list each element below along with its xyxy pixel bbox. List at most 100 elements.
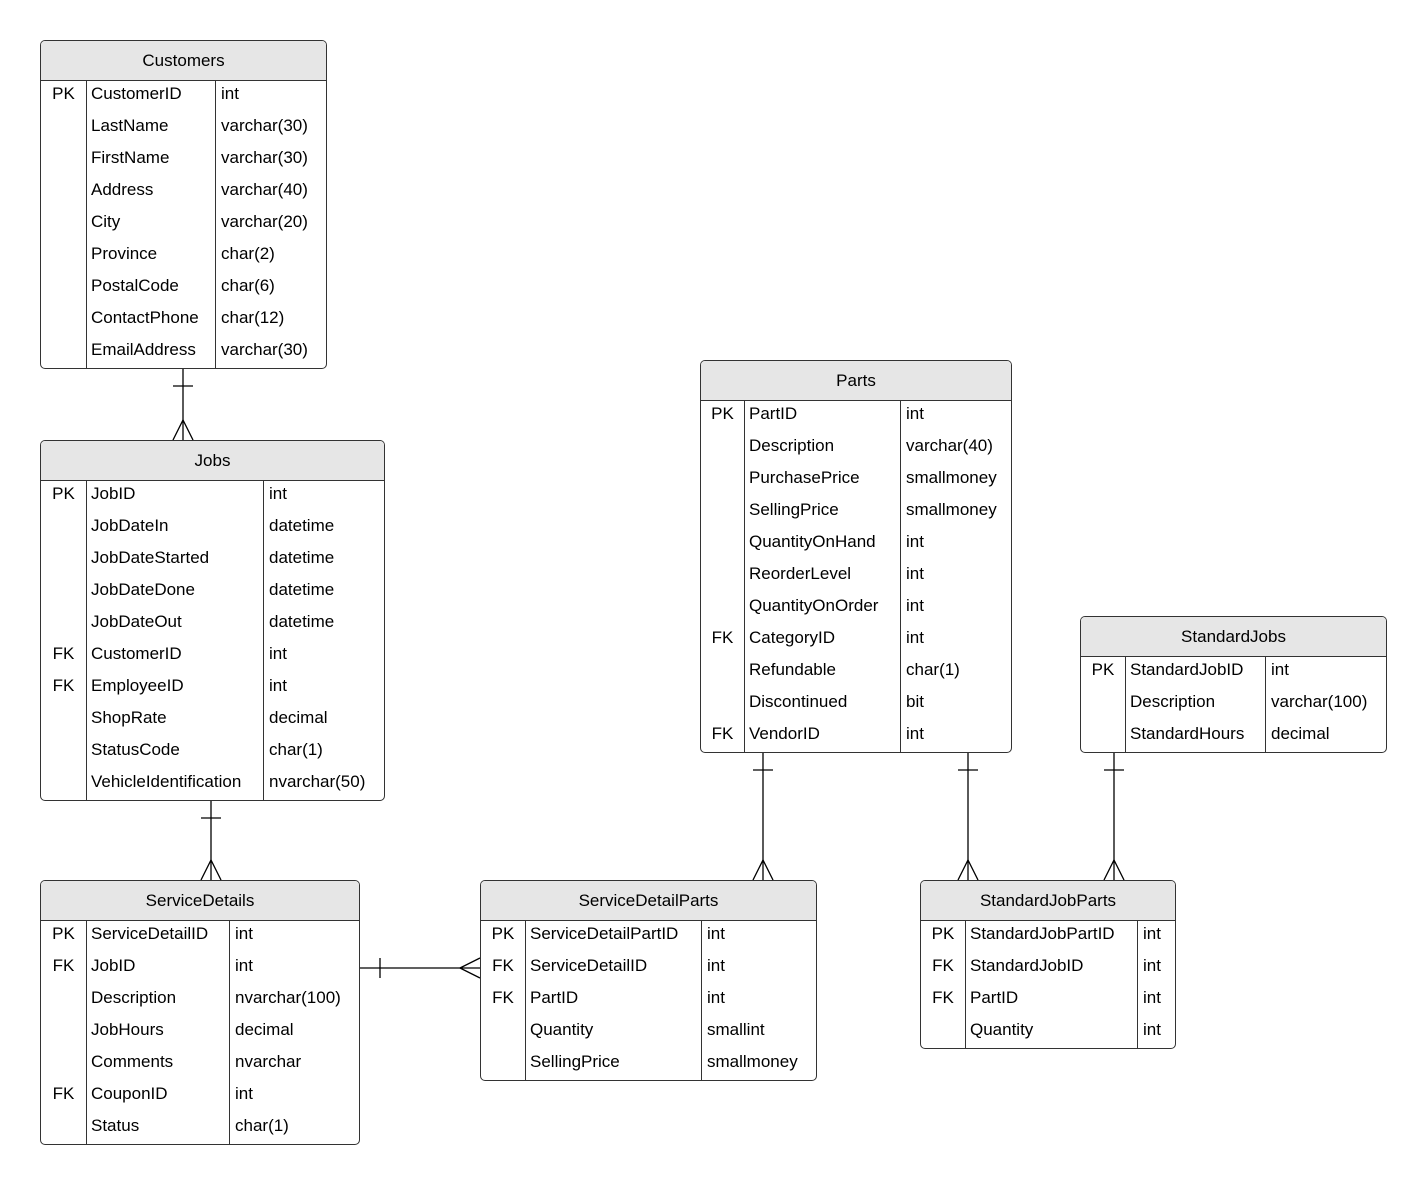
- parts-servicedetailparts-crowfoot: [762, 859, 774, 881]
- field-row: FirstName varchar(30): [41, 145, 326, 177]
- key-label: FK: [711, 628, 734, 647]
- field-row: PostalCode char(6): [41, 273, 326, 305]
- field-type: int: [707, 924, 725, 943]
- entity-standardjobparts[interactable]: StandardJobParts PK StandardJobPartID int FK…: [920, 880, 1176, 1049]
- field-name: StandardJobPartID: [970, 924, 1115, 943]
- field-type: varchar(40): [906, 436, 993, 455]
- field-row: StandardHours decimal: [1081, 721, 1386, 752]
- field-type: char(1): [269, 740, 323, 759]
- field-name: JobID: [91, 956, 136, 975]
- column-divider: [525, 921, 526, 1080]
- field-row: ContactPhone char(12): [41, 305, 326, 337]
- field-type: char(12): [221, 308, 285, 327]
- field-type: int: [906, 628, 924, 647]
- entity-standardjobs[interactable]: StandardJobs PK StandardJobID int Descriptio…: [1080, 616, 1387, 753]
- field-name: JobDateIn: [91, 516, 169, 535]
- column-divider: [701, 921, 702, 1080]
- field-type: int: [235, 924, 253, 943]
- customers-jobs-crowfoot: [172, 419, 184, 441]
- field-name: JobDateDone: [91, 580, 195, 599]
- key-label: PK: [491, 924, 515, 943]
- column-divider: [86, 481, 87, 800]
- entity-title: ServiceDetails: [41, 881, 359, 921]
- key-label: FK: [932, 956, 954, 975]
- field-name: ServiceDetailID: [91, 924, 209, 943]
- field-type: int: [269, 484, 287, 503]
- field-name: StandardHours: [1130, 724, 1245, 743]
- field-type: char(6): [221, 276, 275, 295]
- field-row: JobDateDone datetime: [41, 577, 384, 609]
- field-type: varchar(40): [221, 180, 308, 199]
- field-row: PK CustomerID int: [41, 81, 326, 113]
- field-name: EmployeeID: [91, 676, 184, 695]
- field-type: char(2): [221, 244, 275, 263]
- field-type: smallmoney: [906, 468, 997, 487]
- entity-parts[interactable]: Parts PK PartID int Description varchar(40) Pu…: [700, 360, 1012, 753]
- field-row: PurchasePrice smallmoney: [701, 465, 1011, 497]
- entity-title: Customers: [41, 41, 326, 81]
- key-label: PK: [52, 924, 75, 943]
- field-type: varchar(20): [221, 212, 308, 231]
- field-name: StandardJobID: [1130, 660, 1244, 679]
- field-row: JobDateStarted datetime: [41, 545, 384, 577]
- field-name: CouponID: [91, 1084, 168, 1103]
- entity-servicedetailparts[interactable]: ServiceDetailParts PK ServiceDetailPartID i…: [480, 880, 817, 1081]
- field-row: Refundable char(1): [701, 657, 1011, 689]
- field-type: decimal: [269, 708, 328, 727]
- field-name: CategoryID: [749, 628, 835, 647]
- field-row: Discontinued bit: [701, 689, 1011, 721]
- field-row: QuantityOnOrder int: [701, 593, 1011, 625]
- field-row: Status char(1): [41, 1113, 359, 1144]
- field-name: StandardJobID: [970, 956, 1084, 975]
- field-name: CustomerID: [91, 84, 182, 103]
- entity-customers[interactable]: Customers PK CustomerID int LastName varchar(…: [40, 40, 327, 369]
- field-name: QuantityOnHand: [749, 532, 876, 551]
- field-name: PartID: [749, 404, 798, 423]
- field-type: int: [235, 956, 253, 975]
- field-type: int: [1143, 1020, 1161, 1039]
- column-divider: [900, 401, 901, 752]
- key-label: PK: [1091, 660, 1115, 679]
- field-row: PK StandardJobID int: [1081, 657, 1386, 689]
- field-row: Description varchar(100): [1081, 689, 1386, 721]
- column-divider: [744, 401, 745, 752]
- column-divider: [965, 921, 966, 1048]
- field-name: StatusCode: [91, 740, 180, 759]
- field-type: nvarchar(100): [235, 988, 341, 1007]
- entity-title: StandardJobParts: [921, 881, 1175, 921]
- field-name: ShopRate: [91, 708, 167, 727]
- field-name: JobDateStarted: [91, 548, 210, 567]
- key-label: FK: [711, 724, 734, 743]
- key-label: FK: [52, 676, 75, 695]
- entity-jobs[interactable]: Jobs PK JobID int JobDateIn datetime JobDateSt…: [40, 440, 385, 801]
- field-name: City: [91, 212, 121, 231]
- field-name: Quantity: [970, 1020, 1034, 1039]
- field-name: Description: [749, 436, 835, 455]
- field-type: int: [906, 532, 924, 551]
- field-row: SellingPrice smallmoney: [701, 497, 1011, 529]
- field-type: varchar(30): [221, 340, 308, 359]
- field-row: Address varchar(40): [41, 177, 326, 209]
- field-row: FK VendorID int: [701, 721, 1011, 752]
- field-type: char(1): [235, 1116, 289, 1135]
- field-name: Status: [91, 1116, 140, 1135]
- key-label: FK: [492, 988, 514, 1007]
- field-type: int: [906, 404, 924, 423]
- column-divider: [86, 81, 87, 368]
- column-divider: [229, 921, 230, 1144]
- key-label: FK: [52, 1084, 75, 1103]
- field-type: datetime: [269, 548, 335, 567]
- field-row: VehicleIdentification nvarchar(50): [41, 769, 384, 800]
- field-row: LastName varchar(30): [41, 113, 326, 145]
- field-type: int: [235, 1084, 253, 1103]
- parts-servicedetailparts-crowfoot: [752, 859, 764, 881]
- jobs-servicedetails-crowfoot: [210, 859, 222, 881]
- column-divider: [215, 81, 216, 368]
- field-row: FK JobID int: [41, 953, 359, 985]
- entity-servicedetails[interactable]: ServiceDetails PK ServiceDetailID int FK JobI…: [40, 880, 360, 1145]
- key-label: FK: [492, 956, 514, 975]
- field-type: int: [269, 676, 287, 695]
- field-type: int: [221, 84, 239, 103]
- field-type: int: [707, 988, 725, 1007]
- key-label: PK: [931, 924, 955, 943]
